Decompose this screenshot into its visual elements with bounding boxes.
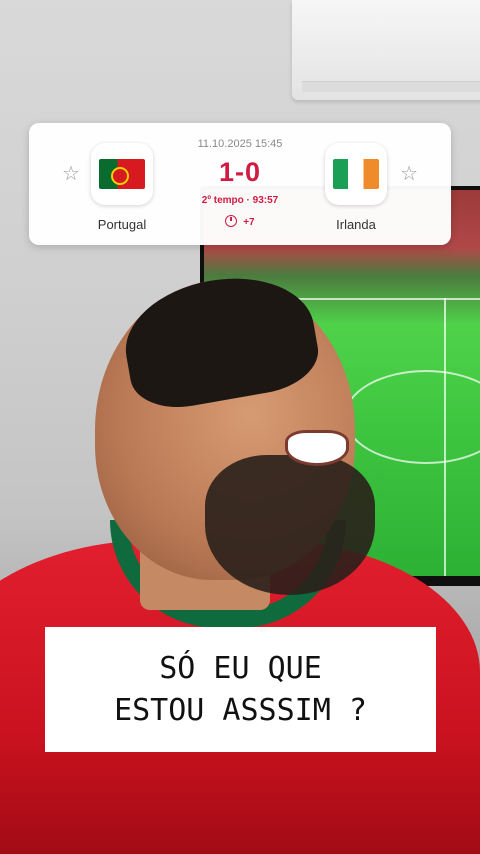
away-flag-container xyxy=(325,143,387,205)
head xyxy=(95,264,375,595)
away-team-name: Irlanda xyxy=(336,217,376,232)
caption-box: SÓ EU QUE ESTOU ASSSIM ? xyxy=(45,627,436,752)
air-conditioner xyxy=(292,0,480,100)
person xyxy=(60,250,375,670)
star-icon[interactable]: ☆ xyxy=(400,161,418,186)
timer-icon xyxy=(225,215,238,227)
hair xyxy=(116,264,324,416)
added-time-value: +7 xyxy=(243,217,255,228)
smiling-mouth xyxy=(285,430,349,466)
match-score-card[interactable]: 11.10.2025 15:45 ☆ Portugal 1-0 2º tempo… xyxy=(29,123,451,245)
caption-text: SÓ EU QUE ESTOU ASSSIM ? xyxy=(114,650,367,728)
beard xyxy=(205,455,375,595)
away-team[interactable]: Irlanda xyxy=(311,143,401,232)
ireland-flag-icon xyxy=(333,159,379,189)
